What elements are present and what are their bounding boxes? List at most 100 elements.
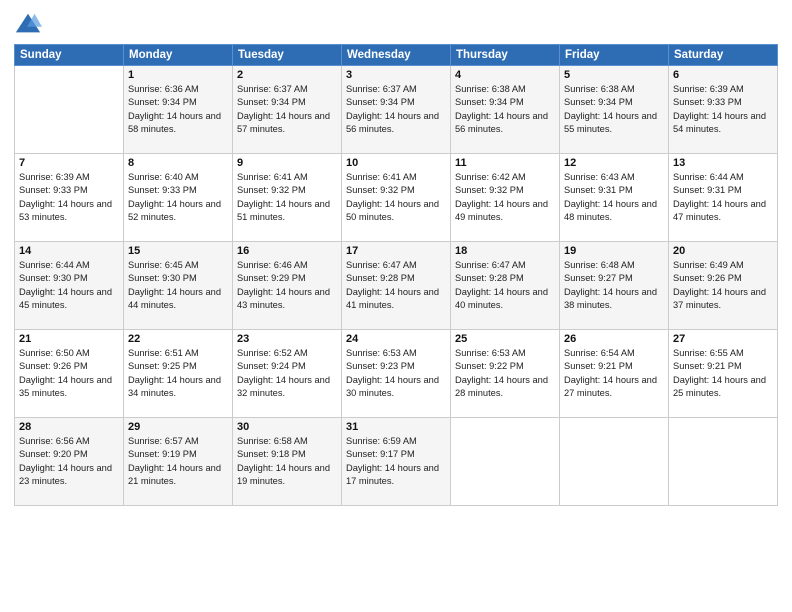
day-number: 10 [346,157,446,169]
cell-text: Sunrise: 6:56 AMSunset: 9:20 PMDaylight:… [19,435,119,489]
calendar-cell: 3Sunrise: 6:37 AMSunset: 9:34 PMDaylight… [342,66,451,154]
cell-text: Sunrise: 6:59 AMSunset: 9:17 PMDaylight:… [346,435,446,489]
cell-text: Sunrise: 6:39 AMSunset: 9:33 PMDaylight:… [19,171,119,225]
calendar-cell [669,418,778,506]
header-sunday: Sunday [15,45,124,66]
calendar-cell: 14 Sunrise: 6:44 AMSunset: 9:30 PMDayligh… [15,242,124,330]
day-number: 30 [237,421,337,433]
cell-text: Sunrise: 6:45 AMSunset: 9:30 PMDaylight:… [128,259,228,313]
day-number: 23 [237,333,337,345]
calendar-cell: 9Sunrise: 6:41 AMSunset: 9:32 PMDaylight… [233,154,342,242]
day-number: 14 [19,245,119,257]
day-number: 11 [455,157,555,169]
day-number: 25 [455,333,555,345]
calendar-cell: 12 Sunrise: 6:43 AMSunset: 9:31 PMDayligh… [560,154,669,242]
cell-text: Sunrise: 6:57 AMSunset: 9:19 PMDaylight:… [128,435,228,489]
week-row-1: 7 Sunrise: 6:39 AMSunset: 9:33 PMDaylight… [15,154,778,242]
cell-text: Sunrise: 6:55 AMSunset: 9:21 PMDaylight:… [673,347,773,401]
cell-text: Sunrise: 6:37 AMSunset: 9:34 PMDaylight:… [346,83,446,137]
calendar-table: SundayMondayTuesdayWednesdayThursdayFrid… [14,44,778,506]
calendar-cell [560,418,669,506]
cell-text: Sunrise: 6:50 AMSunset: 9:26 PMDaylight:… [19,347,119,401]
calendar-cell [451,418,560,506]
calendar-cell: 20 Sunrise: 6:49 AMSunset: 9:26 PMDayligh… [669,242,778,330]
day-number: 20 [673,245,773,257]
day-number: 28 [19,421,119,433]
calendar-cell: 5Sunrise: 6:38 AMSunset: 9:34 PMDaylight… [560,66,669,154]
cell-text: Sunrise: 6:37 AMSunset: 9:34 PMDaylight:… [237,83,337,137]
calendar-cell: 31 Sunrise: 6:59 AMSunset: 9:17 PMDayligh… [342,418,451,506]
cell-text: Sunrise: 6:42 AMSunset: 9:32 PMDaylight:… [455,171,555,225]
cell-text: Sunrise: 6:44 AMSunset: 9:31 PMDaylight:… [673,171,773,225]
header-tuesday: Tuesday [233,45,342,66]
cell-text: Sunrise: 6:47 AMSunset: 9:28 PMDaylight:… [455,259,555,313]
day-number: 13 [673,157,773,169]
calendar-cell: 10Sunrise: 6:41 AMSunset: 9:32 PMDayligh… [342,154,451,242]
cell-text: Sunrise: 6:39 AMSunset: 9:33 PMDaylight:… [673,83,773,137]
page: SundayMondayTuesdayWednesdayThursdayFrid… [0,0,792,612]
logo [14,10,46,38]
day-number: 22 [128,333,228,345]
calendar-cell: 22 Sunrise: 6:51 AMSunset: 9:25 PMDayligh… [124,330,233,418]
day-number: 5 [564,69,664,81]
day-number: 4 [455,69,555,81]
day-number: 17 [346,245,446,257]
day-number: 1 [128,69,228,81]
header-thursday: Thursday [451,45,560,66]
day-number: 31 [346,421,446,433]
calendar-cell: 18 Sunrise: 6:47 AMSunset: 9:28 PMDayligh… [451,242,560,330]
cell-text: Sunrise: 6:40 AMSunset: 9:33 PMDaylight:… [128,171,228,225]
calendar-cell: 26 Sunrise: 6:54 AMSunset: 9:21 PMDayligh… [560,330,669,418]
cell-text: Sunrise: 6:47 AMSunset: 9:28 PMDaylight:… [346,259,446,313]
week-row-3: 21Sunrise: 6:50 AMSunset: 9:26 PMDayligh… [15,330,778,418]
day-number: 16 [237,245,337,257]
calendar-cell: 4 Sunrise: 6:38 AMSunset: 9:34 PMDaylight… [451,66,560,154]
calendar-cell: 28 Sunrise: 6:56 AMSunset: 9:20 PMDayligh… [15,418,124,506]
header-friday: Friday [560,45,669,66]
calendar-cell: 7 Sunrise: 6:39 AMSunset: 9:33 PMDaylight… [15,154,124,242]
day-number: 26 [564,333,664,345]
cell-text: Sunrise: 6:52 AMSunset: 9:24 PMDaylight:… [237,347,337,401]
day-number: 6 [673,69,773,81]
cell-text: Sunrise: 6:53 AMSunset: 9:23 PMDaylight:… [346,347,446,401]
calendar-cell: 1Sunrise: 6:36 AMSunset: 9:34 PMDaylight… [124,66,233,154]
calendar-cell: 8 Sunrise: 6:40 AMSunset: 9:33 PMDaylight… [124,154,233,242]
day-number: 8 [128,157,228,169]
calendar-cell: 2 Sunrise: 6:37 AMSunset: 9:34 PMDaylight… [233,66,342,154]
calendar-cell [15,66,124,154]
day-number: 2 [237,69,337,81]
cell-text: Sunrise: 6:58 AMSunset: 9:18 PMDaylight:… [237,435,337,489]
calendar-cell: 21Sunrise: 6:50 AMSunset: 9:26 PMDayligh… [15,330,124,418]
calendar-cell: 30 Sunrise: 6:58 AMSunset: 9:18 PMDayligh… [233,418,342,506]
day-number: 19 [564,245,664,257]
calendar-cell: 27 Sunrise: 6:55 AMSunset: 9:21 PMDayligh… [669,330,778,418]
calendar-cell: 11 Sunrise: 6:42 AMSunset: 9:32 PMDayligh… [451,154,560,242]
cell-text: Sunrise: 6:54 AMSunset: 9:21 PMDaylight:… [564,347,664,401]
header-wednesday: Wednesday [342,45,451,66]
day-number: 27 [673,333,773,345]
day-number: 29 [128,421,228,433]
day-number: 7 [19,157,119,169]
week-row-2: 14 Sunrise: 6:44 AMSunset: 9:30 PMDayligh… [15,242,778,330]
calendar-cell: 19 Sunrise: 6:48 AMSunset: 9:27 PMDayligh… [560,242,669,330]
header-row: SundayMondayTuesdayWednesdayThursdayFrid… [15,45,778,66]
week-row-4: 28 Sunrise: 6:56 AMSunset: 9:20 PMDayligh… [15,418,778,506]
logo-icon [14,10,42,38]
calendar-cell: 23 Sunrise: 6:52 AMSunset: 9:24 PMDayligh… [233,330,342,418]
header-monday: Monday [124,45,233,66]
calendar-cell: 29 Sunrise: 6:57 AMSunset: 9:19 PMDayligh… [124,418,233,506]
cell-text: Sunrise: 6:44 AMSunset: 9:30 PMDaylight:… [19,259,119,313]
cell-text: Sunrise: 6:38 AMSunset: 9:34 PMDaylight:… [455,83,555,137]
day-number: 12 [564,157,664,169]
cell-text: Sunrise: 6:49 AMSunset: 9:26 PMDaylight:… [673,259,773,313]
calendar-cell: 24Sunrise: 6:53 AMSunset: 9:23 PMDayligh… [342,330,451,418]
day-number: 18 [455,245,555,257]
cell-text: Sunrise: 6:51 AMSunset: 9:25 PMDaylight:… [128,347,228,401]
cell-text: Sunrise: 6:46 AMSunset: 9:29 PMDaylight:… [237,259,337,313]
calendar-cell: 16 Sunrise: 6:46 AMSunset: 9:29 PMDayligh… [233,242,342,330]
header [14,10,778,38]
day-number: 9 [237,157,337,169]
calendar-cell: 17 Sunrise: 6:47 AMSunset: 9:28 PMDayligh… [342,242,451,330]
cell-text: Sunrise: 6:43 AMSunset: 9:31 PMDaylight:… [564,171,664,225]
cell-text: Sunrise: 6:48 AMSunset: 9:27 PMDaylight:… [564,259,664,313]
